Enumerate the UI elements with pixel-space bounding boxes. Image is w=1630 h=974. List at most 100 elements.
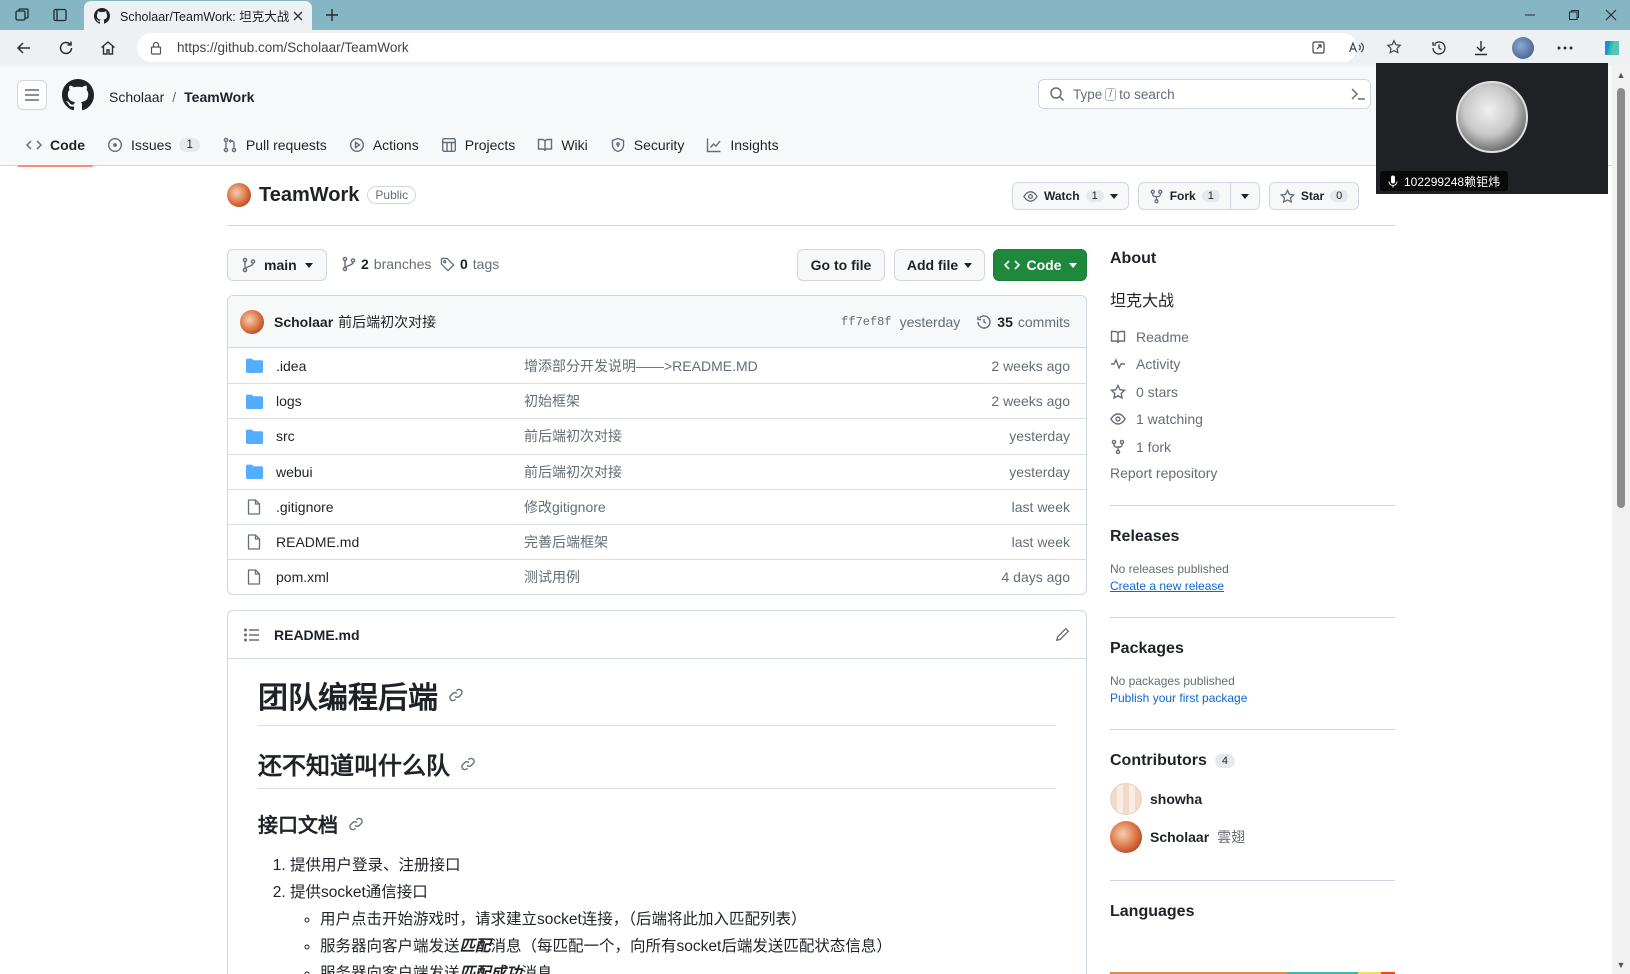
minimize-icon[interactable]	[1508, 0, 1552, 30]
fork-button[interactable]: Fork 1	[1139, 183, 1230, 209]
go-to-file-button[interactable]: Go to file	[797, 249, 885, 281]
profile-avatar[interactable]	[1510, 36, 1536, 60]
close-window-icon[interactable]	[1592, 0, 1630, 30]
anchor-link-icon[interactable]	[460, 756, 476, 772]
file-row[interactable]: webui 前后端初次对接 yesterday	[228, 453, 1086, 489]
restore-icon[interactable]	[1552, 0, 1596, 30]
fork-dropdown-button[interactable]	[1229, 183, 1259, 209]
scroll-up-arrow-icon[interactable]: ▲	[1616, 70, 1626, 80]
history-icon[interactable]	[1426, 36, 1452, 60]
lock-icon[interactable]	[149, 41, 163, 55]
file-row[interactable]: .idea 增添部分开发说明——>README.MD 2 weeks ago	[228, 348, 1086, 383]
page-scrollbar[interactable]: ▲ ▼	[1612, 66, 1630, 974]
tab-actions[interactable]: Actions	[341, 123, 427, 166]
open-in-app-icon[interactable]	[1306, 36, 1330, 58]
tab-code[interactable]: Code	[18, 123, 93, 167]
commit-author[interactable]: Scholaar	[274, 314, 333, 330]
owner-avatar[interactable]	[227, 183, 251, 207]
anchor-link-icon[interactable]	[348, 816, 364, 832]
file-commit-message[interactable]: 增添部分开发说明——>README.MD	[524, 356, 991, 376]
scrollbar-thumb[interactable]	[1617, 88, 1625, 508]
workspaces-icon[interactable]	[10, 4, 34, 26]
refresh-icon[interactable]	[54, 37, 78, 59]
file-name-link[interactable]: webui	[276, 464, 524, 480]
star-button[interactable]: Star 0	[1270, 183, 1358, 209]
github-logo-icon[interactable]	[62, 79, 94, 111]
file-row[interactable]: src 前后端初次对接 yesterday	[228, 418, 1086, 453]
browser-tab-active[interactable]: Scholaar/TeamWork: 坦克大战	[84, 1, 312, 30]
url-field[interactable]: https://github.com/Scholaar/TeamWork	[137, 33, 1357, 62]
report-repository-link[interactable]: Report repository	[1110, 465, 1395, 481]
file-row[interactable]: README.md 完善后端框架 last week	[228, 523, 1086, 559]
file-commit-message[interactable]: 测试用例	[524, 567, 1002, 587]
contributor-item[interactable]: showha	[1110, 780, 1395, 818]
about-link-pulse[interactable]: Activity	[1110, 351, 1395, 379]
video-call-overlay[interactable]: 102299248赖钜炜	[1376, 63, 1608, 194]
back-icon[interactable]	[12, 37, 36, 59]
more-menu-icon[interactable]	[1552, 36, 1578, 60]
branches-link[interactable]: 2 branches	[342, 256, 431, 272]
scroll-down-arrow-icon[interactable]: ▼	[1616, 960, 1626, 970]
packages-title[interactable]: Packages	[1110, 640, 1395, 658]
breadcrumb-repo[interactable]: TeamWork	[184, 89, 254, 105]
downloads-icon[interactable]	[1468, 36, 1494, 60]
repo-name[interactable]: TeamWork	[259, 184, 359, 207]
file-commit-message[interactable]: 前后端初次对接	[524, 462, 1009, 482]
search-input[interactable]: Type / to search	[1038, 79, 1371, 109]
command-palette-icon[interactable]	[1344, 79, 1372, 109]
file-commit-age: last week	[1011, 534, 1070, 551]
file-name-link[interactable]: logs	[276, 393, 524, 409]
file-row[interactable]: pom.xml 测试用例 4 days ago	[228, 559, 1086, 594]
tab-insights[interactable]: Insights	[698, 123, 786, 166]
list-icon[interactable]	[244, 628, 260, 642]
file-row[interactable]: .gitignore 修改gitignore last week	[228, 488, 1086, 524]
file-commit-message[interactable]: 完善后端框架	[524, 532, 1012, 552]
anchor-link-icon[interactable]	[448, 687, 464, 703]
about-link-book[interactable]: Readme	[1110, 323, 1395, 351]
tab-actions-icon[interactable]	[48, 4, 72, 26]
readme-h3: 接口文档	[258, 809, 1056, 838]
copilot-icon[interactable]	[1597, 36, 1627, 60]
branch-select-button[interactable]: main	[227, 249, 327, 281]
file-name-link[interactable]: src	[276, 428, 524, 444]
file-name-link[interactable]: README.md	[276, 534, 524, 550]
file-name-link[interactable]: .gitignore	[276, 499, 524, 515]
home-icon[interactable]	[96, 37, 120, 59]
file-name-link[interactable]: .idea	[276, 358, 524, 374]
contributors-title[interactable]: Contributors 4	[1110, 752, 1395, 770]
tab-wiki[interactable]: Wiki	[529, 123, 595, 166]
file-row[interactable]: logs 初始框架 2 weeks ago	[228, 383, 1086, 418]
commits-history-link[interactable]: 35 commits	[976, 314, 1070, 330]
file-name-link[interactable]: pom.xml	[276, 569, 524, 585]
tags-link[interactable]: 0 tags	[440, 256, 499, 272]
file-commit-message[interactable]: 修改gitignore	[524, 497, 1012, 517]
about-link-fork[interactable]: 1 fork	[1110, 433, 1395, 461]
create-release-link[interactable]: Create a new release	[1110, 579, 1395, 593]
file-commit-message[interactable]: 初始框架	[524, 391, 991, 411]
new-tab-icon[interactable]	[320, 4, 344, 26]
add-file-button[interactable]: Add file	[894, 249, 985, 281]
releases-title[interactable]: Releases	[1110, 528, 1395, 546]
pencil-icon[interactable]	[1055, 627, 1070, 642]
watch-button[interactable]: Watch 1	[1013, 183, 1128, 209]
file-icon-wrap	[244, 569, 264, 585]
tab-projects[interactable]: Projects	[433, 123, 524, 166]
close-tab-icon[interactable]	[292, 10, 304, 22]
read-aloud-icon[interactable]	[1344, 36, 1368, 58]
file-commit-message[interactable]: 前后端初次对接	[524, 426, 1009, 446]
commit-message[interactable]: 前后端初次对接	[338, 312, 436, 332]
favorite-star-icon[interactable]	[1382, 36, 1406, 58]
readme-filename[interactable]: README.md	[274, 627, 360, 643]
breadcrumb-owner[interactable]: Scholaar	[109, 89, 164, 105]
about-link-star[interactable]: 0 stars	[1110, 378, 1395, 406]
tab-security[interactable]: Security	[602, 123, 693, 166]
menu-icon[interactable]	[17, 80, 47, 110]
tab-pull-requests[interactable]: Pull requests	[214, 123, 335, 166]
about-link-eye[interactable]: 1 watching	[1110, 406, 1395, 434]
contributor-item[interactable]: Scholaar 雲翅	[1110, 818, 1395, 856]
tab-issues[interactable]: Issues 1	[99, 123, 208, 166]
commit-author-avatar[interactable]	[240, 309, 264, 334]
publish-package-link[interactable]: Publish your first package	[1110, 691, 1395, 705]
code-dropdown-button[interactable]: Code	[993, 249, 1087, 281]
commit-sha[interactable]: ff7ef8f	[841, 315, 891, 329]
